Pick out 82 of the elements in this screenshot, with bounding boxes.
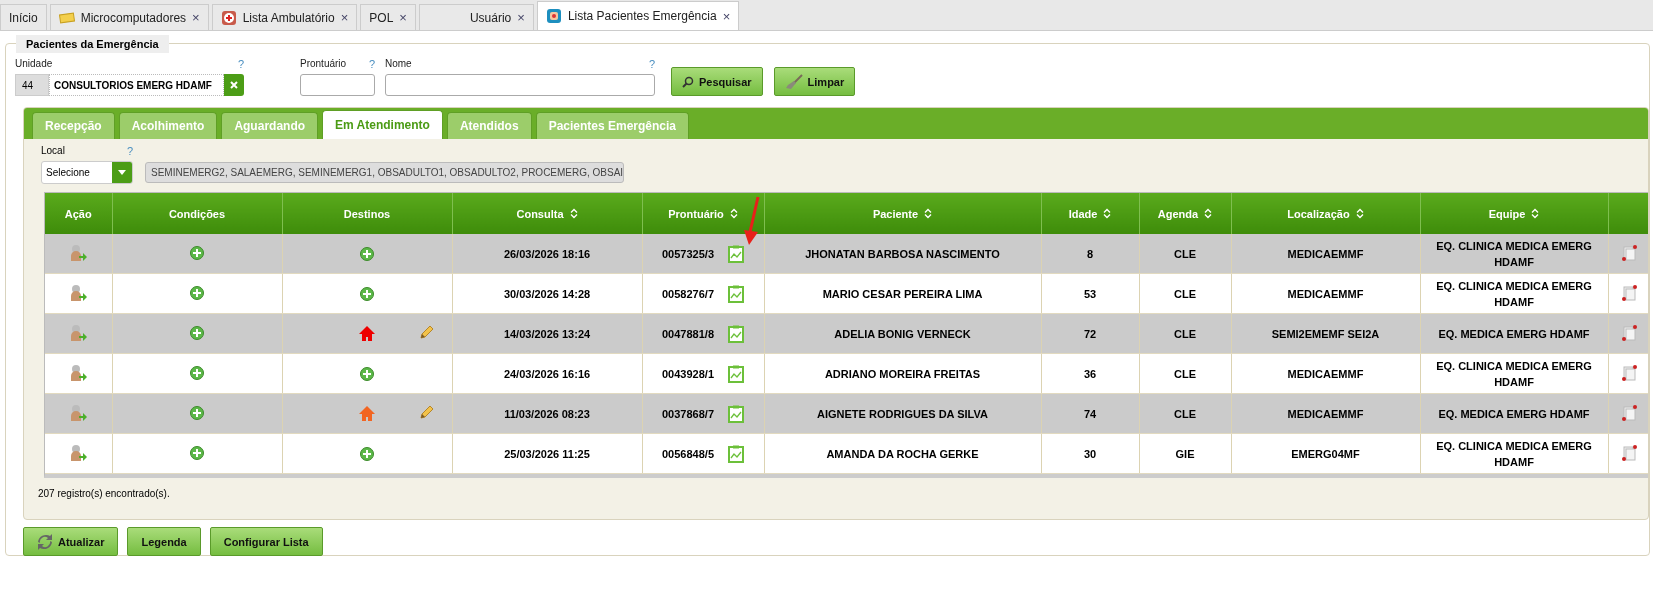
- table-cell: CLE: [1174, 367, 1196, 380]
- toolbar-button[interactable]: Atualizar: [23, 527, 119, 556]
- table-cell: CLE: [1174, 247, 1196, 260]
- table-cell: JHONATAN BARBOSA NASCIMENTO: [805, 247, 1000, 260]
- table-cell-text: EQ. CLINICA MEDICA EMERG HDAMF: [1435, 238, 1593, 270]
- column-header[interactable]: Localização: [1231, 193, 1420, 234]
- table-cell: 72: [1083, 327, 1097, 340]
- panel-title: Pacientes da Emergência: [16, 35, 169, 53]
- table-cell: CLE: [1174, 327, 1196, 340]
- table-cell: MEDICAEMMF: [1287, 287, 1364, 300]
- table-cell: 30/03/2026 14:28: [503, 287, 591, 300]
- app-tab[interactable]: POL ×: [360, 4, 416, 30]
- table-cell-text: EQ. CLINICA MEDICA EMERG HDAMF: [1435, 438, 1593, 470]
- table-cell-text: EQ. MEDICA EMERG HDAMF: [1438, 406, 1590, 422]
- toolbar-button[interactable]: Legenda: [127, 527, 201, 556]
- close-icon[interactable]: ×: [340, 10, 349, 25]
- table-cell: 36: [1083, 367, 1097, 380]
- column-header[interactable]: Paciente: [764, 193, 1041, 234]
- table-cell: AIGNETE RODRIGUES DA SILVA: [817, 407, 988, 420]
- field-label: Prontuário: [300, 58, 347, 70]
- column-header: Condições: [112, 193, 282, 234]
- app-tab[interactable]: Lista Pacientes Emergência ×: [536, 1, 740, 30]
- table-cell: CLE: [1174, 287, 1196, 300]
- help-link[interactable]: ?: [648, 58, 655, 70]
- help-link[interactable]: ?: [237, 58, 244, 70]
- table-cell: MEDICAEMMF: [1287, 367, 1364, 380]
- close-icon[interactable]: ×: [722, 8, 731, 24]
- app-tab[interactable]: Microcomputadores ×: [49, 4, 209, 30]
- table-cell: 0058276/7: [662, 287, 714, 300]
- table-cell: 30: [1083, 447, 1097, 460]
- table-cell: 0057325/3: [662, 247, 714, 260]
- table-cell: MEDICAEMMF: [1287, 247, 1364, 260]
- column-header[interactable]: Agenda: [1139, 193, 1231, 234]
- toolbar-button[interactable]: Configurar Lista: [209, 527, 323, 556]
- table-cell: GIE: [1175, 447, 1195, 460]
- table-cell: 14/03/2026 13:24: [503, 327, 591, 340]
- table-cell-text: EQ. CLINICA MEDICA EMERG HDAMF: [1435, 278, 1593, 310]
- table-cell: 0037868/7: [662, 407, 714, 420]
- table-cell: 25/03/2026 11:25: [504, 447, 590, 460]
- tab[interactable]: Em Atendimento: [322, 110, 443, 139]
- table-cell-text: EQ. CLINICA MEDICA EMERG HDAMF: [1435, 358, 1593, 390]
- search-button[interactable]: Pesquisar: [671, 67, 763, 96]
- column-header[interactable]: Consulta: [452, 193, 642, 234]
- table-cell: CLE: [1174, 407, 1196, 420]
- table-cell: 74: [1083, 407, 1097, 420]
- help-link[interactable]: ?: [368, 58, 375, 70]
- field-label: Nome: [385, 58, 412, 70]
- table-cell: SEMI2EMEMF SEI2A: [1271, 327, 1380, 340]
- table-cell: 0047881/8: [662, 327, 714, 340]
- close-icon[interactable]: ×: [399, 10, 407, 25]
- field-label: Unidade: [15, 58, 53, 70]
- table-cell: ADELIA BONIG VERNECK: [834, 327, 971, 340]
- locations-field: SEMINEMERG2, SALAEMERG, SEMINEMERG1, OBSADULTO1, OBSADULTO2, PROCEMERG, OBSAI: [145, 162, 625, 183]
- table-cell: MEDICAEMMF: [1287, 407, 1364, 420]
- table-cell: AMANDA DA ROCHA GERKE: [826, 447, 979, 460]
- column-header[interactable]: Idade: [1041, 193, 1139, 234]
- table-cell: 0056848/5: [662, 447, 714, 460]
- table-cell: MARIO CESAR PEREIRA LIMA: [822, 287, 983, 300]
- unit-code-field: 44: [15, 74, 49, 96]
- column-header[interactable]: Equipe: [1420, 193, 1608, 234]
- unit-field[interactable]: CONSULTORIOS EMERG HDAMF: [49, 74, 224, 96]
- column-header: Destinos: [282, 193, 452, 234]
- location-dropdown[interactable]: Selecione: [41, 161, 133, 184]
- column-header: Ação: [45, 193, 112, 234]
- record-count: 207 registro(s) encontrado(s).: [37, 487, 171, 499]
- table-cell: 24/03/2026 16:16: [503, 367, 591, 380]
- field-label: Local: [41, 145, 65, 157]
- app-tab[interactable]: Lista Ambulatório ×: [211, 4, 358, 30]
- column-header[interactable]: Prontuário: [642, 193, 764, 234]
- app-tab[interactable]: Início: [0, 4, 47, 30]
- table-cell: 11/03/2026 08:23: [504, 407, 590, 420]
- close-icon[interactable]: ×: [192, 10, 200, 25]
- table-cell: 8: [1086, 247, 1094, 260]
- table-cell-text: EQ. MEDICA EMERG HDAMF: [1438, 326, 1590, 342]
- app-tab[interactable]: Usuário ×: [418, 4, 534, 30]
- close-icon[interactable]: ×: [517, 10, 525, 25]
- table-cell: 26/03/2026 18:16: [503, 247, 591, 260]
- table-cell: 0043928/1: [662, 367, 714, 380]
- table-cell: ADRIANO MOREIRA FREITAS: [824, 367, 981, 380]
- clear-filters-button[interactable]: Limpar: [773, 67, 856, 96]
- table-cell: 53: [1083, 287, 1097, 300]
- table-cell: EMERG04MF: [1291, 447, 1360, 460]
